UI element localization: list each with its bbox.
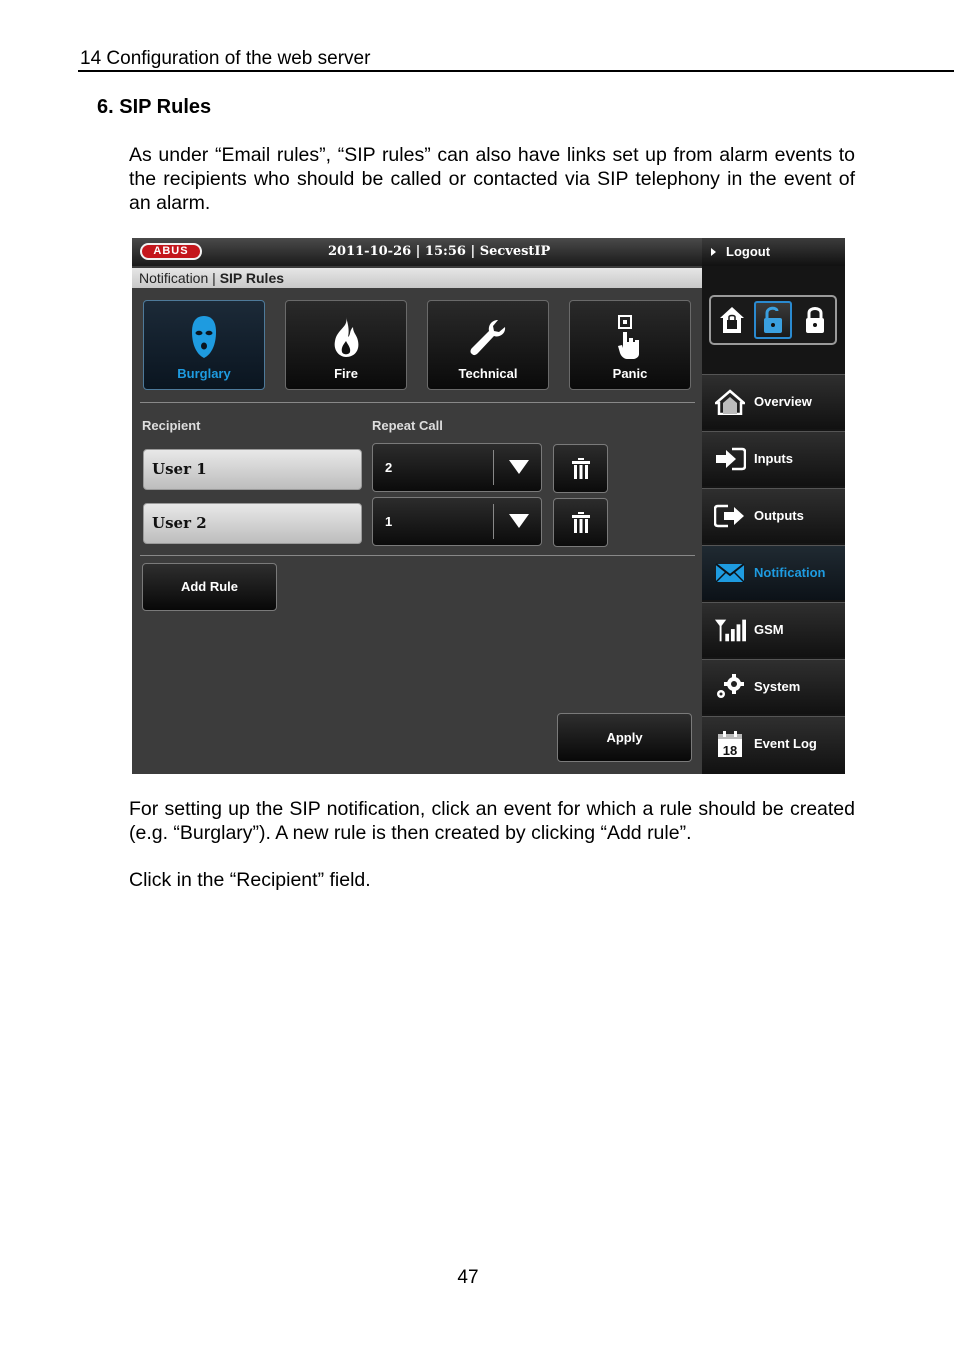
- input-icon: [714, 445, 746, 473]
- divider: [140, 555, 695, 556]
- nav-item-outputs[interactable]: Outputs: [702, 488, 845, 543]
- event-label: Technical: [458, 366, 518, 381]
- delete-rule-button[interactable]: [553, 498, 608, 547]
- repeat-call-select[interactable]: 2: [372, 443, 542, 492]
- apply-button[interactable]: Apply: [557, 713, 692, 762]
- locked-icon[interactable]: [796, 301, 834, 339]
- page-header: 14 Configuration of the web server: [80, 48, 371, 69]
- breadcrumb: Notification | SIP Rules: [132, 268, 702, 288]
- select-separator: [493, 450, 494, 485]
- nav-label: GSM: [754, 622, 784, 637]
- event-label: Fire: [334, 366, 358, 381]
- recipient-field[interactable]: User 2: [143, 503, 362, 544]
- calendar-icon: 18: [714, 730, 746, 758]
- nav-label: Inputs: [754, 451, 793, 466]
- recipient-field[interactable]: User 1: [143, 449, 362, 490]
- breadcrumb-current: SIP Rules: [219, 270, 285, 286]
- home-lock-icon[interactable]: [713, 301, 751, 339]
- recipient-instruction: Click in the “Recipient” field.: [129, 869, 371, 891]
- panic-button-icon: [570, 313, 690, 361]
- divider: [140, 402, 695, 403]
- repeat-call-select[interactable]: 1: [372, 497, 542, 546]
- signal-icon: [714, 616, 746, 644]
- nav-label: Overview: [754, 394, 812, 409]
- repeat-call-value: 2: [385, 460, 393, 475]
- output-icon: [714, 502, 746, 530]
- chevron-down-icon: [509, 514, 529, 528]
- wrench-icon: [428, 313, 548, 361]
- breadcrumb-separator: |: [208, 270, 220, 286]
- nav-label: Notification: [754, 565, 826, 580]
- calendar-badge: 18: [723, 743, 737, 758]
- event-fire-button[interactable]: Fire: [285, 300, 407, 390]
- column-header-repeat-call: Repeat Call: [372, 418, 443, 433]
- mask-icon: [144, 313, 264, 361]
- trash-icon: [571, 457, 590, 479]
- envelope-icon: [714, 559, 746, 587]
- event-label: Panic: [612, 366, 648, 381]
- repeat-call-value: 1: [385, 514, 393, 529]
- breadcrumb-parent[interactable]: Notification: [139, 270, 208, 286]
- column-header-recipient: Recipient: [142, 418, 201, 433]
- event-burglary-button[interactable]: Burglary: [143, 300, 265, 390]
- nav-label: Outputs: [754, 508, 804, 523]
- nav-item-system[interactable]: System: [702, 659, 845, 714]
- trash-icon: [571, 511, 590, 533]
- logout-label: Logout: [726, 244, 771, 259]
- select-separator: [493, 504, 494, 539]
- nav-item-gsm[interactable]: GSM: [702, 602, 845, 657]
- nav-label: System: [754, 679, 801, 694]
- event-panic-button[interactable]: Panic: [569, 300, 691, 390]
- intro-paragraph: As under “Email rules”, “SIP rules” can …: [129, 144, 855, 214]
- event-label: Burglary: [177, 366, 231, 381]
- top-bar: ABUS 2011-10-26 | 15:56 | SecvestIP: [132, 238, 702, 266]
- home-icon: [714, 388, 746, 416]
- gears-icon: [714, 673, 746, 701]
- add-rule-button[interactable]: Add Rule: [142, 563, 277, 611]
- sidebar: Logout Overview Inputs Outputs Notificat…: [702, 238, 845, 774]
- nav-label: Event Log: [754, 736, 817, 751]
- ui-screenshot: ABUS 2011-10-26 | 15:56 | SecvestIP Noti…: [132, 238, 845, 774]
- nav-item-event-log[interactable]: 18 Event Log: [702, 716, 845, 774]
- nav-item-inputs[interactable]: Inputs: [702, 431, 845, 486]
- header-rule: [78, 70, 954, 72]
- section-title: 6. SIP Rules: [97, 96, 212, 118]
- abus-logo: ABUS: [140, 243, 202, 260]
- logout-button[interactable]: Logout: [702, 238, 845, 266]
- delete-rule-button[interactable]: [553, 444, 608, 493]
- flame-icon: [286, 313, 406, 361]
- arrow-right-icon: [711, 248, 716, 256]
- arm-state-switch: [709, 295, 837, 345]
- event-selector: Burglary Fire Technical Panic: [132, 300, 702, 392]
- instruction-paragraph: For setting up the SIP notification, cli…: [129, 798, 855, 844]
- event-technical-button[interactable]: Technical: [427, 300, 549, 390]
- nav-item-notification[interactable]: Notification: [702, 545, 845, 600]
- page-number: 47: [457, 1267, 479, 1288]
- nav-item-overview[interactable]: Overview: [702, 374, 845, 429]
- unlocked-icon[interactable]: [754, 301, 792, 339]
- datetime-display: 2011-10-26 | 15:56 | SecvestIP: [328, 244, 551, 259]
- chevron-down-icon: [509, 460, 529, 474]
